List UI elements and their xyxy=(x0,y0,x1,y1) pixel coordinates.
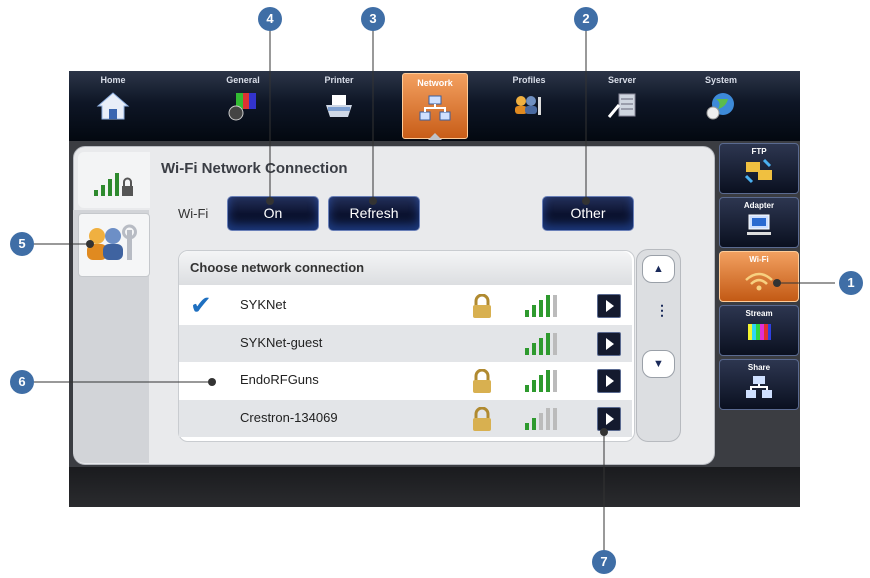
callout-badge-4: 4 xyxy=(258,7,282,31)
callout-badge-2: 2 xyxy=(574,7,598,31)
callout-badge-7: 7 xyxy=(592,550,616,574)
callout-badge-5: 5 xyxy=(10,232,34,256)
callout-pointer xyxy=(86,240,94,248)
callout-pointer xyxy=(369,197,377,205)
callout-pointer xyxy=(208,378,216,386)
callout-badge-6: 6 xyxy=(10,370,34,394)
callout-pointer xyxy=(582,197,590,205)
callout-pointer xyxy=(266,197,274,205)
callout-pointer xyxy=(600,428,608,436)
callout-badge-3: 3 xyxy=(361,7,385,31)
callout-badge-1: 1 xyxy=(839,271,863,295)
callout-lines xyxy=(34,29,835,553)
callout-pointer xyxy=(773,279,781,287)
